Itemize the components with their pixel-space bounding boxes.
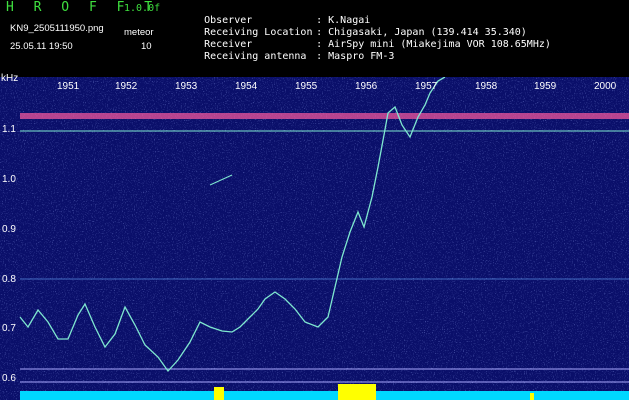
- x-tick: 1954: [235, 81, 258, 92]
- y-tick: 0.9: [2, 224, 16, 235]
- y-tick: 1.1: [2, 124, 16, 135]
- x-tick: 2000: [594, 81, 617, 92]
- y-tick: 0.6: [2, 373, 16, 384]
- filename-label: KN9_2505111950.png: [10, 23, 104, 34]
- y-tick: 0.8: [2, 274, 16, 285]
- meteor-count: 10: [141, 41, 152, 52]
- info-label: Receiving antenna: [204, 51, 307, 62]
- y-tick: 1.0: [2, 174, 16, 185]
- meteor-marker: [214, 387, 224, 400]
- spectrogram: [0, 77, 629, 400]
- noise-layer: [0, 77, 629, 400]
- x-tick: 1957: [415, 81, 438, 92]
- x-tick: 1958: [475, 81, 498, 92]
- info-antenna: Receiving antenna : Maspro FM-3: [180, 40, 394, 73]
- signal-level-bar: [20, 391, 629, 400]
- version-label: 1.0.0f: [124, 3, 161, 14]
- meteor-label: meteor: [124, 27, 154, 38]
- x-tick: 1951: [57, 81, 80, 92]
- meteor-marker: [338, 384, 376, 400]
- meteor-marker: [530, 393, 534, 400]
- y-axis-unit: kHz: [1, 73, 19, 84]
- info-value: : Maspro FM-3: [316, 51, 395, 62]
- hrofft-window: H R O F F T 1.0.0f KN9_2505111950.png 25…: [0, 0, 629, 400]
- y-tick: 0.7: [2, 323, 16, 334]
- datetime-label: 25.05.11 19:50: [10, 41, 73, 52]
- carrier-band: [20, 113, 629, 119]
- x-tick: 1952: [115, 81, 138, 92]
- x-tick: 1956: [355, 81, 378, 92]
- x-tick: 1959: [534, 81, 557, 92]
- x-tick: 1955: [295, 81, 318, 92]
- x-tick: 1953: [175, 81, 198, 92]
